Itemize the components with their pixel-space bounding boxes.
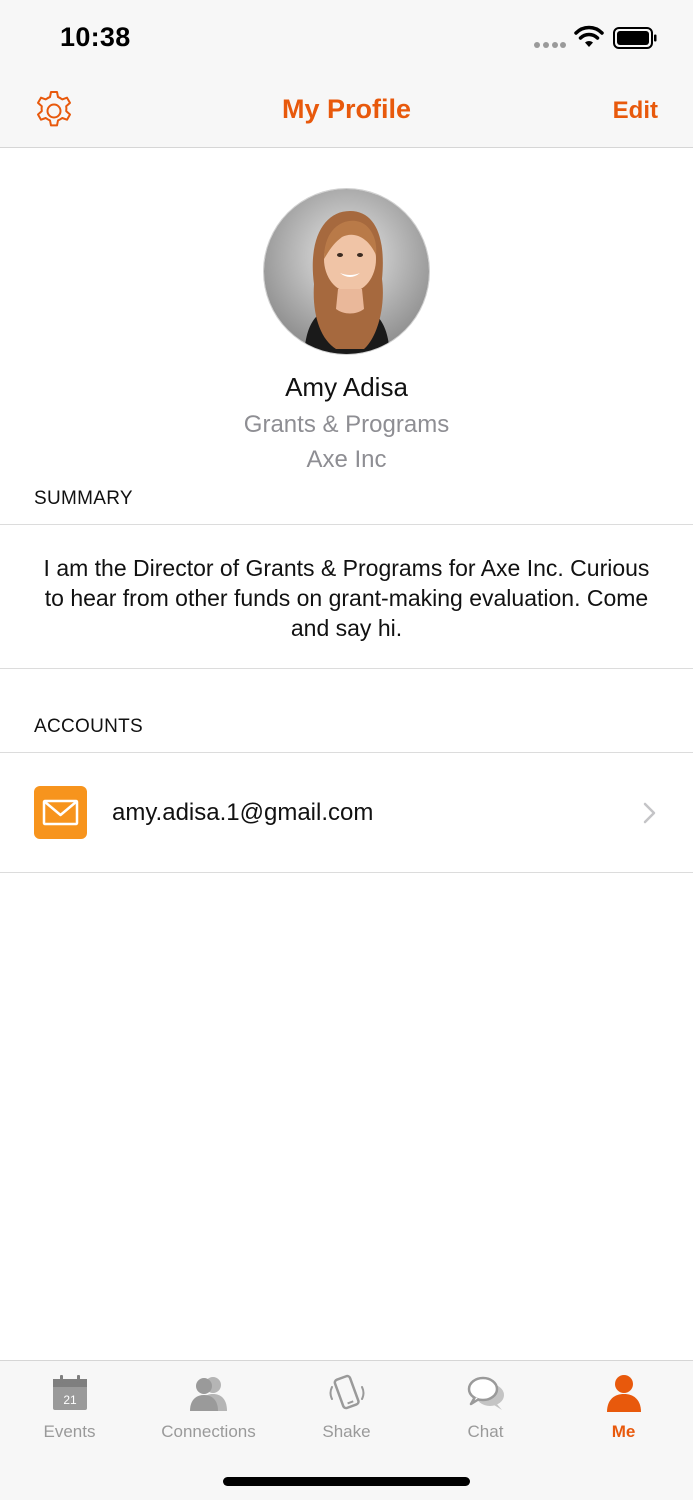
tab-label: Connections (161, 1422, 256, 1441)
people-icon (189, 1377, 227, 1411)
tab-chat[interactable]: Chat (416, 1361, 555, 1451)
tab-events[interactable]: 21 Events (0, 1361, 139, 1451)
status-time: 10:38 (60, 22, 131, 52)
calendar-icon: 21 (52, 1375, 87, 1410)
account-row-email[interactable]: amy.adisa.1@gmail.com (0, 753, 693, 873)
divider (0, 872, 693, 873)
battery-icon (613, 27, 657, 49)
tab-connections[interactable]: Connections (139, 1361, 278, 1451)
mail-icon (34, 786, 87, 839)
tab-shake[interactable]: Shake (277, 1361, 416, 1451)
summary-text: I am the Director of Grants & Programs f… (43, 555, 650, 641)
tab-label: Shake (322, 1422, 371, 1441)
chat-bubbles-icon (467, 1376, 504, 1410)
home-indicator (223, 1477, 470, 1486)
profile-job-title: Grants & Programs (243, 411, 450, 438)
tab-label: Events (43, 1422, 96, 1441)
calendar-day: 21 (63, 1393, 77, 1407)
divider (0, 524, 693, 525)
page-title: My Profile (281, 94, 412, 124)
navigation-bar: My Profile Edit (0, 75, 693, 148)
profile-name: Amy Adisa (285, 372, 408, 402)
signal-icon (534, 42, 566, 48)
tab-label: Me (611, 1422, 636, 1441)
person-icon (606, 1375, 641, 1412)
tab-me[interactable]: Me (554, 1361, 693, 1451)
edit-button[interactable]: Edit (613, 97, 658, 125)
wifi-icon (574, 25, 604, 47)
status-bar: 10:38 (0, 0, 693, 75)
accounts-header: ACCOUNTS (34, 716, 144, 737)
account-email: amy.adisa.1@gmail.com (112, 799, 374, 826)
phone-shake-icon (329, 1374, 364, 1410)
summary-header: SUMMARY (34, 488, 133, 509)
chevron-right-icon (643, 802, 656, 824)
profile-company: Axe Inc (306, 446, 387, 473)
avatar (263, 188, 430, 355)
divider (0, 668, 693, 669)
tab-label: Chat (467, 1422, 504, 1441)
avatar-photo (264, 189, 429, 354)
